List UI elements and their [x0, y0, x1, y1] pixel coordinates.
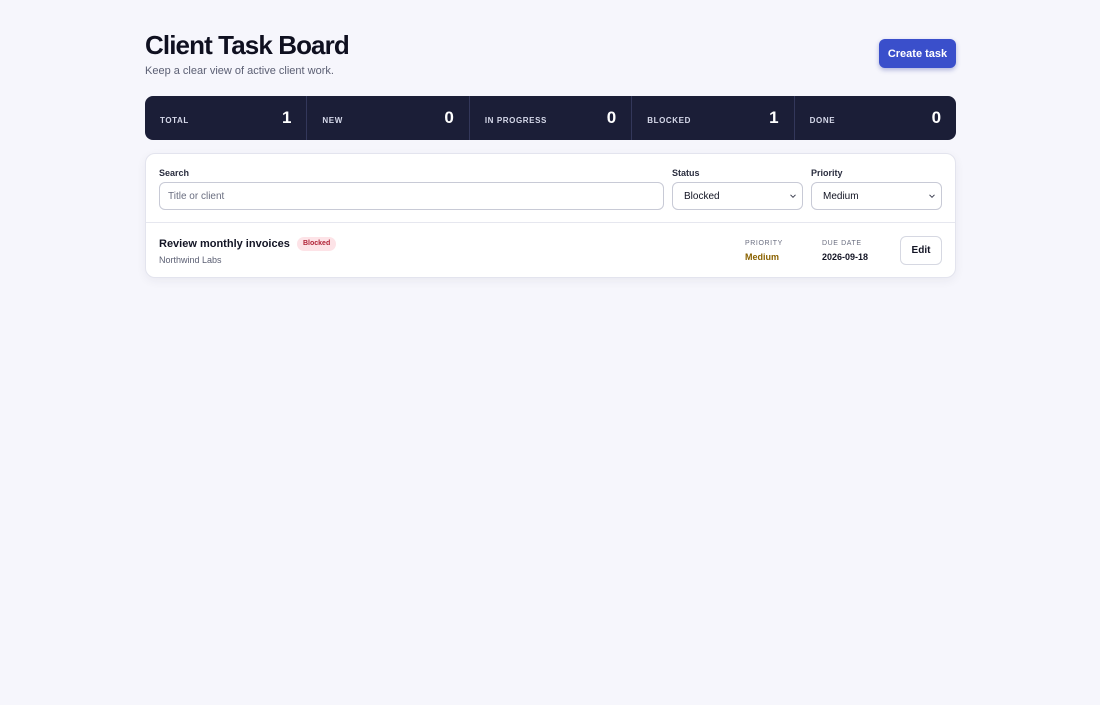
stat-label: DONE: [809, 116, 836, 125]
filters-bar: Search Title or client Status Blocked Pr…: [146, 154, 955, 223]
stat-value: 0: [931, 108, 942, 127]
chevron-down-icon: [929, 194, 935, 199]
priority-meta-label: PRIORITY: [745, 240, 783, 247]
chevron-down-icon: [790, 194, 796, 199]
stat-new: NEW 0: [307, 96, 470, 140]
page-container: Client Task Board Keep a clear view of a…: [145, 0, 956, 278]
stat-in-progress: IN PROGRESS 0: [470, 96, 633, 140]
task-panel: Search Title or client Status Blocked Pr…: [145, 153, 956, 278]
stat-value: 0: [606, 108, 617, 127]
stat-blocked: BLOCKED 1: [632, 96, 795, 140]
stats-bar: TOTAL 1 NEW 0 IN PROGRESS 0 BLOCKED 1 DO…: [145, 96, 956, 140]
stat-done: DONE 0: [795, 96, 956, 140]
task-client: Northwind Labs: [159, 255, 222, 265]
edit-task-button[interactable]: Edit: [900, 236, 942, 265]
priority-meta-value: Medium: [745, 252, 780, 262]
task-title: Review monthly invoices: [159, 238, 290, 250]
stat-label: NEW: [322, 116, 343, 125]
stat-label: TOTAL: [160, 116, 189, 125]
status-badge: Blocked: [297, 237, 337, 251]
status-label: Status: [672, 168, 700, 178]
search-input[interactable]: Title or client: [159, 182, 664, 210]
search-label: Search: [159, 168, 190, 178]
priority-label: Priority: [811, 168, 843, 178]
create-task-button[interactable]: Create task: [879, 39, 956, 68]
page-header: Client Task Board Keep a clear view of a…: [145, 0, 956, 96]
stat-value: 1: [769, 108, 779, 127]
stat-total: TOTAL 1: [145, 96, 308, 140]
status-select-value: Blocked: [684, 190, 720, 202]
priority-select-value: Medium: [823, 190, 859, 202]
page-title: Client Task Board: [145, 30, 350, 60]
due-date-value: 2026-09-18: [822, 252, 869, 262]
stat-value: 0: [444, 108, 454, 127]
stat-label: IN PROGRESS: [484, 116, 547, 125]
due-date-label: DUE DATE: [822, 240, 862, 247]
stat-value: 1: [281, 108, 292, 127]
status-select[interactable]: Blocked: [672, 182, 803, 210]
stat-label: BLOCKED: [647, 116, 691, 125]
priority-select[interactable]: Medium: [811, 182, 942, 210]
task-row: Review monthly invoices Blocked Northwin…: [146, 223, 955, 278]
page-subtitle: Keep a clear view of active client work.: [145, 65, 334, 77]
